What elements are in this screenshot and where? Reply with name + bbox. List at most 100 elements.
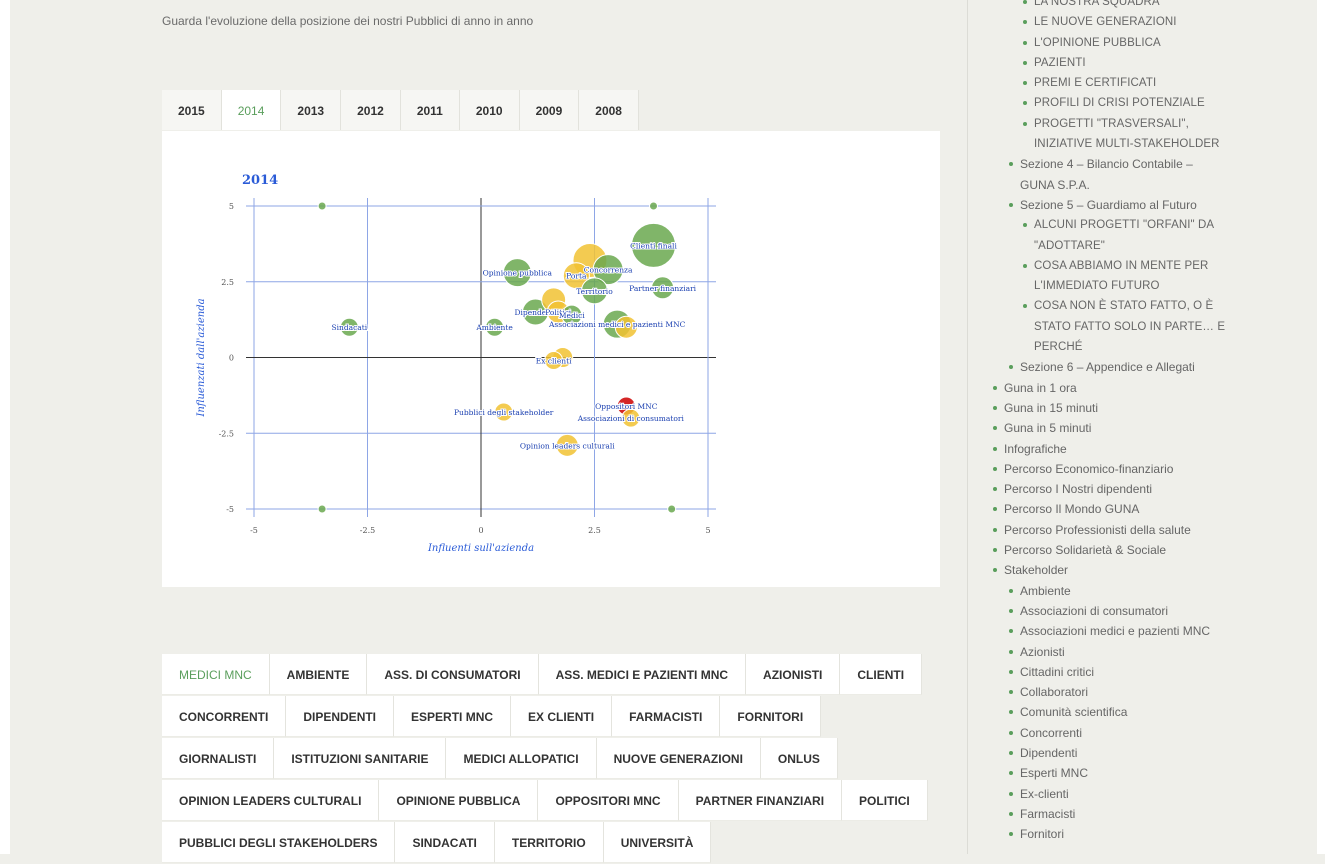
category-button-farmacisti[interactable]: FARMACISTI bbox=[612, 696, 721, 737]
y-tick-label: 5 bbox=[229, 202, 234, 211]
sidebar-link-percorso-il-mondo-guna[interactable]: Percorso Il Mondo GUNA bbox=[990, 499, 1310, 519]
sidebar-link-collaboratori[interactable]: Collaboratori bbox=[990, 682, 1310, 702]
category-button-istituzioni-sanitarie[interactable]: ISTITUZIONI SANITARIE bbox=[274, 738, 447, 779]
page-right-edge bbox=[1317, 0, 1325, 854]
sidebar-link-cosa-abbiamo-in-mente-per-l-immediato-futuro[interactable]: COSA ABBIAMO IN MENTE PER L'IMMEDIATO FU… bbox=[990, 256, 1234, 297]
sidebar-link-la-nostra-squadra[interactable]: LA NOSTRA SQUADRA bbox=[990, 0, 1234, 12]
sidebar-link-ambiente[interactable]: Ambiente bbox=[990, 581, 1310, 601]
sidebar-link-sezione-6-appendice-e-allegati[interactable]: Sezione 6 – Appendice e Allegati bbox=[990, 357, 1230, 377]
sidebar-nav: LA NOSTRA SQUADRA LE NUOVE GENERAZIONI L'O… bbox=[990, 0, 1310, 844]
bubble-label: Opinione pubblica bbox=[483, 269, 553, 278]
category-button-ass-di-consumatori[interactable]: ASS. DI CONSUMATORI bbox=[367, 654, 539, 695]
sidebar-link-percorso-professionisti-della-salute[interactable]: Percorso Professionisti della salute bbox=[990, 520, 1310, 540]
bubble-label: Clienti finali bbox=[630, 241, 677, 250]
tab-year-2008[interactable]: 2008 bbox=[579, 90, 639, 130]
sidebar-link-associazioni-medici-e-pazienti-mnc[interactable]: Associazioni medici e pazienti MNC bbox=[990, 621, 1230, 641]
bubble-label: Medici bbox=[559, 311, 586, 320]
sidebar-link-concorrenti[interactable]: Concorrenti bbox=[990, 723, 1310, 743]
x-tick-label: 0 bbox=[478, 526, 483, 535]
sidebar-link-associazioni-di-consumatori[interactable]: Associazioni di consumatori bbox=[990, 601, 1310, 621]
chart-title: 2014 bbox=[242, 173, 278, 188]
category-row: MEDICI MNC AMBIENTE ASS. DI CONSUMATORI ASS… bbox=[162, 654, 942, 696]
category-button-fornitori[interactable]: FORNITORI bbox=[720, 696, 822, 737]
sidebar-link-azionisti[interactable]: Azionisti bbox=[990, 642, 1310, 662]
sidebar-link-alcuni-progetti-orfani-da-adottare[interactable]: ALCUNI PROGETTI "ORFANI" DA "ADOTTARE" bbox=[990, 215, 1234, 256]
category-button-giornalisti[interactable]: GIORNALISTI bbox=[162, 738, 275, 779]
category-button-medici-allopatici[interactable]: MEDICI ALLOPATICI bbox=[446, 738, 597, 779]
category-button-territorio[interactable]: TERRITORIO bbox=[494, 822, 604, 863]
bubble-label: Pubblici degli stakeholder bbox=[454, 408, 554, 417]
sidebar-link-cosa-non-e-stato-fatto-o-e-stato-fatto-solo-in-parte-e-perche[interactable]: COSA NON È STATO FATTO, O È STATO FATTO … bbox=[990, 296, 1234, 357]
bubble-label: Sindacati bbox=[331, 323, 367, 332]
sidebar-link-guna-in-15-minuti[interactable]: Guna in 15 minuti bbox=[990, 398, 1310, 418]
sidebar-link-le-nuove-generazioni[interactable]: LE NUOVE GENERAZIONI bbox=[990, 12, 1234, 32]
sidebar-link-comunita-scientifica[interactable]: Comunità scientifica bbox=[990, 702, 1310, 722]
y-tick-label: -5 bbox=[226, 505, 234, 514]
tab-year-2014[interactable]: 2014 bbox=[221, 90, 282, 130]
sidebar-link-infografiche[interactable]: Infografiche bbox=[990, 439, 1310, 459]
category-button-dipendenti[interactable]: DIPENDENTI bbox=[286, 696, 395, 737]
sidebar-link-dipendenti[interactable]: Dipendenti bbox=[990, 743, 1310, 763]
sidebar-link-stakeholder[interactable]: Stakeholder bbox=[990, 560, 1310, 580]
bubble-label: Porta bbox=[566, 272, 587, 281]
tab-year-2010[interactable]: 2010 bbox=[459, 90, 520, 130]
category-button-medici-mnc[interactable]: MEDICI MNC bbox=[162, 654, 270, 695]
category-button-ass-medici-e-pazienti-mnc[interactable]: ASS. MEDICI E PAZIENTI MNC bbox=[538, 654, 747, 695]
category-button-ex-clienti[interactable]: EX CLIENTI bbox=[511, 696, 613, 737]
bubble-label: Opinion leaders culturali bbox=[520, 441, 615, 450]
tab-year-2009[interactable]: 2009 bbox=[519, 90, 580, 130]
sidebar-link-pazienti[interactable]: PAZIENTI bbox=[990, 53, 1234, 73]
category-button-nuove-generazioni[interactable]: NUOVE GENERAZIONI bbox=[596, 738, 761, 779]
bubble-label: Associazioni di consumatori bbox=[577, 414, 685, 423]
category-row: CONCORRENTI DIPENDENTI ESPERTI MNC EX CLIEN… bbox=[162, 696, 942, 738]
category-button-universita[interactable]: UNIVERSITÀ bbox=[603, 822, 712, 863]
tab-year-2011[interactable]: 2011 bbox=[400, 90, 460, 130]
tab-year-2013[interactable]: 2013 bbox=[281, 90, 342, 130]
intro-text: Guarda l'evoluzione della posizione dei … bbox=[162, 14, 534, 28]
y-axis-label: Influenzati dall'azienda bbox=[196, 298, 207, 417]
bubble-label: Partner finanziari bbox=[629, 284, 697, 293]
sidebar-link-cittadini-critici[interactable]: Cittadini critici bbox=[990, 662, 1310, 682]
bubble-green bbox=[317, 201, 327, 211]
sidebar-link-farmacisti[interactable]: Farmacisti bbox=[990, 804, 1310, 824]
chart-panel: 2014 -5 -2.5 0 2.5 5 5 2.5 0 -2.5 -5 Influenti sull… bbox=[162, 131, 940, 587]
sidebar-link-premi-e-certificati[interactable]: PREMI E CERTIFICATI bbox=[990, 73, 1234, 93]
sidebar-link-sezione-5-guardiamo-al-futuro[interactable]: Sezione 5 – Guardiamo al Futuro bbox=[990, 195, 1230, 215]
sidebar-link-sezione-4-bilancio-contabile-guna-s-p-a[interactable]: Sezione 4 – Bilancio Contabile – GUNA S.… bbox=[990, 154, 1230, 195]
category-button-opinion-leaders-culturali[interactable]: OPINION LEADERS CULTURALI bbox=[162, 780, 380, 821]
sidebar-link-guna-in-1-ora[interactable]: Guna in 1 ora bbox=[990, 378, 1310, 398]
sidebar-link-progetti-trasversali-iniziative-multi-stakeholder[interactable]: PROGETTI "TRASVERSALI", INIZIATIVE MULTI… bbox=[990, 114, 1234, 155]
x-tick-label: 5 bbox=[705, 526, 710, 535]
sidebar-link-percorso-i-nostri-dipendenti[interactable]: Percorso I Nostri dipendenti bbox=[990, 479, 1310, 499]
bubble-label: Ex clienti bbox=[536, 357, 572, 366]
y-tick-label: 2.5 bbox=[221, 278, 234, 287]
sidebar-link-ex-clienti[interactable]: Ex-clienti bbox=[990, 784, 1310, 804]
sidebar-link-esperti-mnc[interactable]: Esperti MNC bbox=[990, 763, 1310, 783]
sidebar-link-fornitori[interactable]: Fornitori bbox=[990, 824, 1310, 844]
category-button-onlus[interactable]: ONLUS bbox=[760, 738, 838, 779]
category-button-pubblici-degli-stakeholders[interactable]: PUBBLICI DEGLI STAKEHOLDERS bbox=[162, 822, 396, 863]
category-button-opinione-pubblica[interactable]: OPINIONE PUBBLICA bbox=[379, 780, 539, 821]
category-button-esperti-mnc[interactable]: ESPERTI MNC bbox=[394, 696, 512, 737]
sidebar-link-guna-in-5-minuti[interactable]: Guna in 5 minuti bbox=[990, 418, 1310, 438]
category-row: PUBBLICI DEGLI STAKEHOLDERS SINDACATI TERR… bbox=[162, 822, 942, 864]
y-tick-label: 0 bbox=[229, 354, 234, 363]
category-button-politici[interactable]: POLITICI bbox=[842, 780, 928, 821]
sidebar-link-percorso-economico-finanziario[interactable]: Percorso Economico-finanziario bbox=[990, 459, 1310, 479]
sidebar-link-percorso-solidarieta-sociale[interactable]: Percorso Solidarietà & Sociale bbox=[990, 540, 1310, 560]
category-button-partner-finanziari[interactable]: PARTNER FINANZIARI bbox=[678, 780, 843, 821]
category-button-azionisti[interactable]: AZIONISTI bbox=[746, 654, 841, 695]
bubble-label: Concorrenza bbox=[584, 266, 633, 275]
category-button-concorrenti[interactable]: CONCORRENTI bbox=[162, 696, 287, 737]
category-button-ambiente[interactable]: AMBIENTE bbox=[269, 654, 368, 695]
tab-year-2015[interactable]: 2015 bbox=[162, 90, 222, 130]
category-button-oppositori-mnc[interactable]: OPPOSITORI MNC bbox=[538, 780, 679, 821]
tab-year-2012[interactable]: 2012 bbox=[341, 90, 401, 130]
bubble-green bbox=[667, 504, 677, 514]
category-button-sindacati[interactable]: SINDACATI bbox=[395, 822, 495, 863]
sidebar-link-l-opinione-pubblica[interactable]: L'OPINIONE PUBBLICA bbox=[990, 33, 1234, 53]
bubble-chart: 2014 -5 -2.5 0 2.5 5 5 2.5 0 -2.5 -5 Influenti sull… bbox=[196, 173, 716, 554]
sidebar-link-profili-di-crisi-potenziale[interactable]: PROFILI DI CRISI POTENZIALE bbox=[990, 93, 1234, 113]
category-button-clienti[interactable]: CLIENTI bbox=[840, 654, 923, 695]
category-buttons: MEDICI MNC AMBIENTE ASS. DI CONSUMATORI ASS… bbox=[162, 654, 942, 864]
